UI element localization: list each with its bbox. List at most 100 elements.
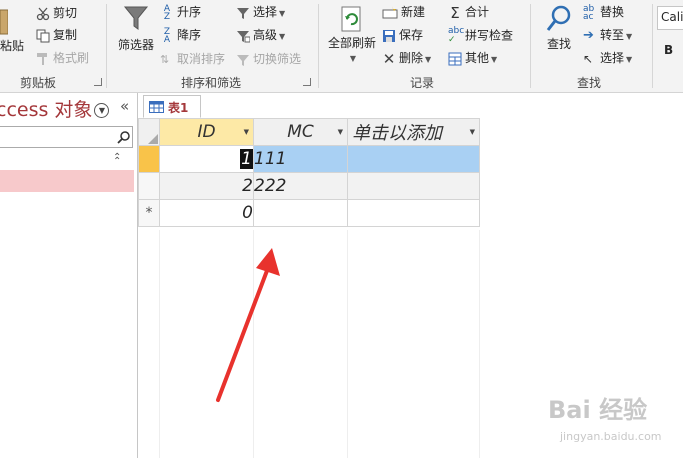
new-record-row[interactable]: * 0 [138, 199, 480, 227]
selection-filter-button[interactable]: 选择 ▼ [236, 4, 285, 22]
row-selector[interactable] [138, 145, 160, 173]
cursor-icon: ↖ [583, 51, 594, 66]
cell-id[interactable]: 2 [159, 172, 254, 200]
clear-sort-button[interactable]: ⇅ 取消排序 [160, 51, 225, 68]
cell-id[interactable]: 1 [159, 145, 254, 173]
filter-label: 筛选器 [117, 38, 154, 52]
sort-descending-icon: ZA [163, 26, 171, 45]
spelling-button[interactable]: abc ✓ 拼写检查 [448, 27, 513, 45]
group-divider [318, 4, 319, 88]
clear-sort-icon: ⇅ [160, 52, 170, 66]
find-button[interactable]: 查找 [540, 4, 578, 52]
totals-button[interactable]: Σ 合计 [448, 4, 489, 21]
tab-table1[interactable]: 表1 [143, 95, 201, 118]
more-button[interactable]: 其他 ▼ [448, 50, 497, 68]
chevron-down-icon: ▼ [491, 55, 498, 64]
chevron-down-icon[interactable]: ▼ [338, 128, 343, 136]
cell-mc[interactable] [253, 199, 348, 227]
nav-pane-title-text: ccess 对象 [0, 99, 93, 121]
chevron-down-icon[interactable]: ▼ [244, 128, 249, 136]
clipboard-launcher-icon[interactable] [94, 78, 102, 86]
paste-label[interactable]: 粘贴 [0, 38, 24, 54]
column-header-label: MC [287, 122, 314, 142]
nav-search-input[interactable] [0, 126, 133, 148]
scissors-icon [36, 7, 50, 20]
format-painter-label: 格式刷 [53, 51, 90, 65]
nav-collapse-button[interactable]: « [120, 97, 129, 115]
save-record-label: 保存 [399, 28, 424, 42]
new-record-button[interactable]: 新建 [382, 4, 425, 20]
select-button[interactable]: ↖ 选择 ▼ [583, 50, 632, 68]
sort-ascending-button[interactable]: A Z 升序 [160, 4, 201, 21]
chevron-down-icon: ▼ [626, 55, 633, 64]
chevron-down-circle-icon[interactable]: ▼ [94, 103, 110, 118]
filter-button[interactable]: 筛选器 [116, 4, 156, 53]
refresh-all-button[interactable]: 全部刷新 ▼ [326, 4, 378, 67]
refresh-icon [341, 6, 361, 32]
font-name-value: Cali [661, 10, 683, 24]
chevron-down-icon[interactable]: ▼ [470, 128, 475, 136]
spelling-label: 拼写检查 [465, 28, 514, 43]
table-row[interactable]: 2 222 [138, 172, 480, 200]
magnifier-icon [546, 5, 571, 31]
totals-label: 合计 [465, 5, 490, 19]
advanced-filter-icon [237, 30, 250, 42]
chevron-down-icon: ▼ [279, 32, 286, 41]
cut-label: 剪切 [53, 6, 78, 20]
new-record-icon [382, 5, 398, 18]
cell-mc[interactable]: 111 [253, 145, 348, 173]
sort-descending-button[interactable]: Z A 降序 [160, 27, 201, 44]
column-header-id[interactable]: ID ▼ [159, 118, 254, 146]
goto-button[interactable]: ➔ 转至 ▼ [583, 27, 632, 45]
spellcheck-icon: abc ✓ [448, 26, 465, 45]
cell-add[interactable] [347, 145, 480, 173]
sort-descending-label: 降序 [177, 28, 202, 42]
clipboard-icon [0, 9, 8, 35]
save-icon [383, 29, 395, 42]
grid-line [159, 230, 160, 458]
cell-add[interactable] [347, 199, 480, 227]
cell-add[interactable] [347, 172, 480, 200]
column-header-add[interactable]: 单击以添加 ▼ [347, 118, 480, 146]
nav-item-table1-selected[interactable] [0, 170, 134, 192]
bold-button[interactable]: B [664, 42, 673, 58]
format-painter-button[interactable]: 格式刷 [36, 50, 89, 66]
sort-filter-group-label: 排序和筛选 [181, 76, 242, 90]
find-label: 查找 [546, 37, 571, 51]
nav-pane-title[interactable]: ccess 对象 ▼ [0, 95, 110, 122]
select-label: 选择 [600, 51, 625, 65]
toggle-filter-label: 切换筛选 [253, 52, 302, 66]
group-collapse-icon-lower: ⌃ [113, 156, 122, 167]
column-header-mc[interactable]: MC ▼ [253, 118, 348, 146]
new-record-marker[interactable]: * [138, 199, 160, 227]
copy-label: 复制 [53, 28, 78, 42]
copy-icon [36, 29, 50, 42]
copy-button[interactable]: 复制 [36, 27, 77, 43]
sort-filter-launcher-icon[interactable] [303, 78, 311, 86]
cut-button[interactable]: 剪切 [36, 5, 77, 21]
row-selector[interactable] [138, 172, 160, 200]
sort-ascending-label: 升序 [177, 5, 202, 19]
corner-triangle-icon [148, 134, 158, 144]
column-header-label: ID [197, 122, 216, 142]
column-header-label: 单击以添加 [352, 123, 442, 144]
cell-id-value: 1 [240, 149, 253, 169]
save-record-button[interactable]: 保存 [382, 27, 423, 43]
clipboard-group-label: 剪贴板 [20, 76, 57, 90]
tab-label: 表1 [168, 101, 189, 115]
font-name-box[interactable]: Cali [657, 6, 683, 30]
table-row[interactable]: 1 111 [138, 145, 480, 173]
replace-button[interactable]: ab ac 替换 [583, 4, 624, 21]
sigma-icon: Σ [450, 3, 460, 22]
more-label: 其他 [465, 51, 490, 65]
delete-record-button[interactable]: ✕ 删除 ▼ [382, 50, 431, 68]
paste-button[interactable] [0, 8, 8, 38]
search-icon[interactable] [117, 130, 131, 144]
toggle-filter-button[interactable]: 切换筛选 [236, 51, 301, 67]
chevron-down-icon: ▼ [279, 9, 286, 18]
cell-mc[interactable]: 222 [253, 172, 348, 200]
refresh-all-label: 全部刷新 [327, 36, 376, 50]
cell-id[interactable]: 0 [159, 199, 254, 227]
select-all-corner[interactable] [138, 118, 160, 146]
advanced-filter-button[interactable]: 高级 ▼ [236, 27, 285, 45]
